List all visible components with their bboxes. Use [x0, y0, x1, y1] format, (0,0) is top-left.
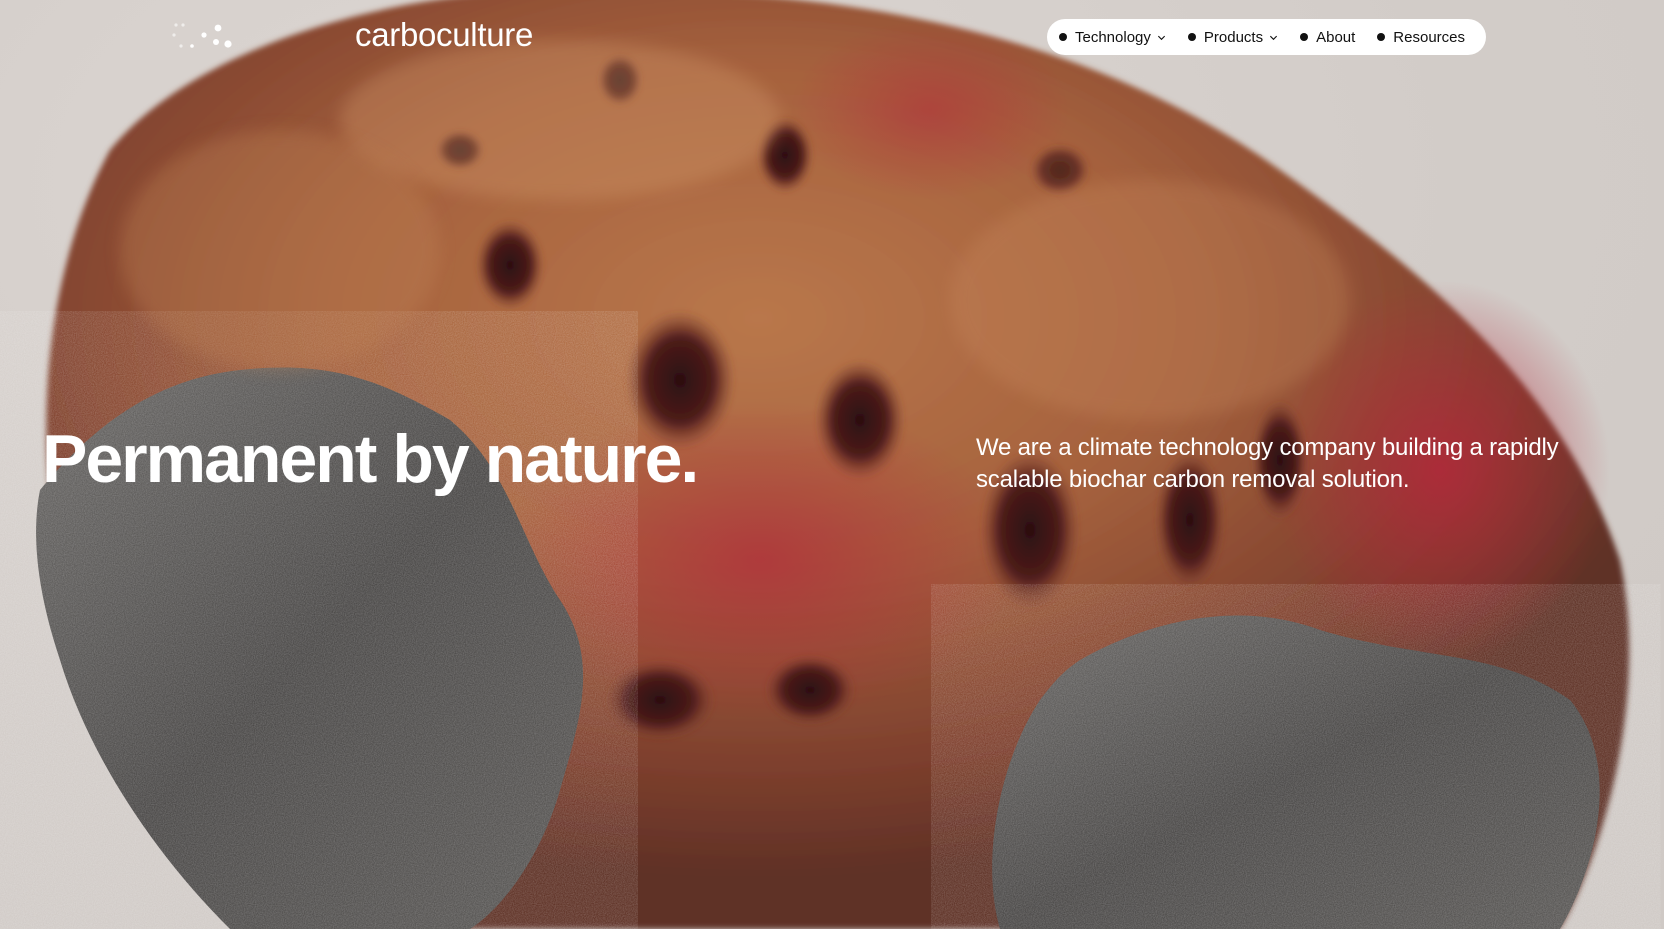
- nav-item-resources[interactable]: Resources: [1377, 29, 1465, 46]
- nav-item-about[interactable]: About: [1300, 29, 1355, 46]
- nav-item-label: Technology: [1075, 28, 1151, 46]
- dots-logo-icon[interactable]: [172, 22, 234, 50]
- nav-item-label: Products: [1203, 28, 1264, 46]
- nav-item-label: About: [1316, 28, 1356, 46]
- dot-icon: [1300, 33, 1309, 41]
- nav-item-products[interactable]: Products: [1187, 28, 1278, 46]
- dot-icon: [1059, 33, 1067, 41]
- brand-wordmark[interactable]: carboculture: [355, 16, 533, 54]
- dot-icon: [1377, 33, 1386, 41]
- chevron-down-icon: [1157, 33, 1166, 42]
- dot-icon: [1187, 33, 1196, 41]
- chevron-down-icon: [1269, 33, 1278, 42]
- hero-headline: Permanent by nature.: [42, 421, 699, 497]
- page: carboculture Technology Products About R…: [0, 0, 1664, 929]
- hero-tagline: We are a climate technology company buil…: [976, 434, 1559, 493]
- nav-item-technology[interactable]: Technology: [1059, 29, 1166, 46]
- main-nav: Technology Products About Resources: [1047, 19, 1486, 55]
- nav-item-label: Resources: [1393, 28, 1465, 46]
